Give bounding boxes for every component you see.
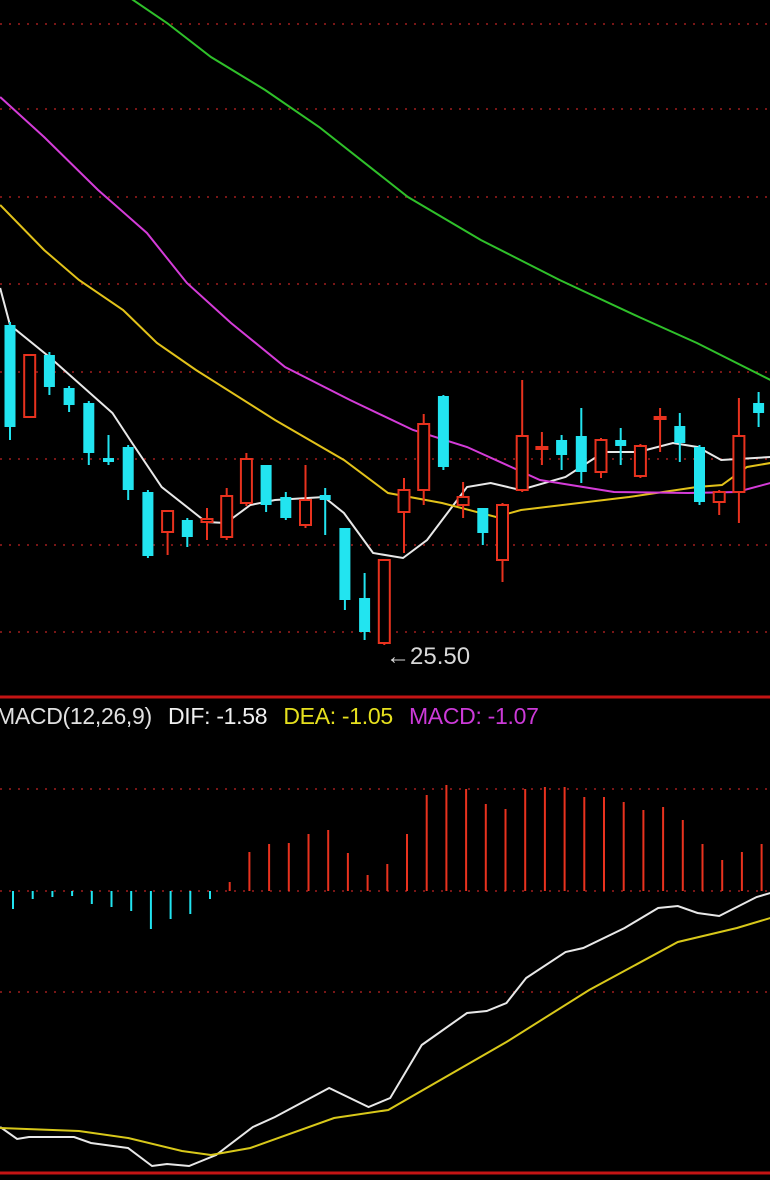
candle-down bbox=[63, 388, 75, 405]
candle-up bbox=[200, 518, 214, 523]
ma5-line bbox=[0, 287, 770, 560]
candle-up bbox=[377, 559, 391, 644]
low-price-annotation: ←25.50 bbox=[386, 643, 470, 671]
candle-down bbox=[615, 440, 627, 446]
candle-down bbox=[83, 403, 95, 453]
candle-down bbox=[103, 458, 114, 462]
ma60-line bbox=[131, 0, 770, 381]
candle-up bbox=[653, 416, 667, 420]
candle-down bbox=[753, 403, 765, 413]
candle-down bbox=[4, 325, 16, 427]
candle-down bbox=[43, 355, 55, 387]
candle-down bbox=[477, 508, 489, 533]
candle-up bbox=[496, 504, 509, 561]
candle-down bbox=[280, 497, 292, 518]
dif-value: DIF: -1.58 bbox=[167, 703, 268, 729]
candle-down bbox=[181, 520, 193, 537]
candle-up bbox=[239, 458, 253, 504]
candle-up bbox=[712, 491, 726, 503]
candle-down bbox=[575, 436, 587, 472]
candle-down bbox=[694, 447, 705, 502]
candle-up bbox=[161, 510, 175, 533]
candle-up bbox=[417, 423, 431, 491]
dea-line bbox=[0, 917, 770, 1157]
candle-down bbox=[437, 396, 449, 467]
candle-up bbox=[594, 439, 608, 473]
candle-up bbox=[220, 495, 234, 538]
candle-up bbox=[732, 435, 746, 493]
candle-down bbox=[319, 495, 331, 500]
ma20-line bbox=[0, 96, 770, 495]
arrow-left-icon: ← bbox=[386, 643, 410, 670]
candle-up bbox=[633, 445, 647, 477]
macd-params-label: MACD(12,26,9) bbox=[0, 703, 152, 729]
macd-value: MACD: -1.07 bbox=[408, 703, 539, 729]
candle-down bbox=[142, 492, 154, 556]
candle-up bbox=[456, 496, 470, 506]
candle-up bbox=[397, 489, 411, 513]
dea-value: DEA: -1.05 bbox=[283, 703, 393, 729]
low-price-value: 25.50 bbox=[410, 643, 471, 670]
ma10-line bbox=[0, 204, 770, 519]
candle-up bbox=[23, 354, 37, 418]
dif-line bbox=[0, 892, 770, 1168]
candle-down bbox=[339, 528, 351, 600]
candle-down bbox=[556, 440, 568, 455]
candle-up bbox=[515, 435, 529, 491]
candle-down bbox=[122, 447, 134, 490]
candle-up bbox=[299, 499, 312, 526]
candle-down bbox=[359, 598, 371, 632]
macd-legend: MACD(12,26,9) DIF: -1.58 DEA: -1.05 MACD… bbox=[0, 703, 549, 730]
stock-chart bbox=[0, 0, 770, 1175]
candle-up bbox=[535, 446, 549, 450]
candle-down bbox=[260, 465, 272, 505]
candle-down bbox=[674, 426, 686, 443]
